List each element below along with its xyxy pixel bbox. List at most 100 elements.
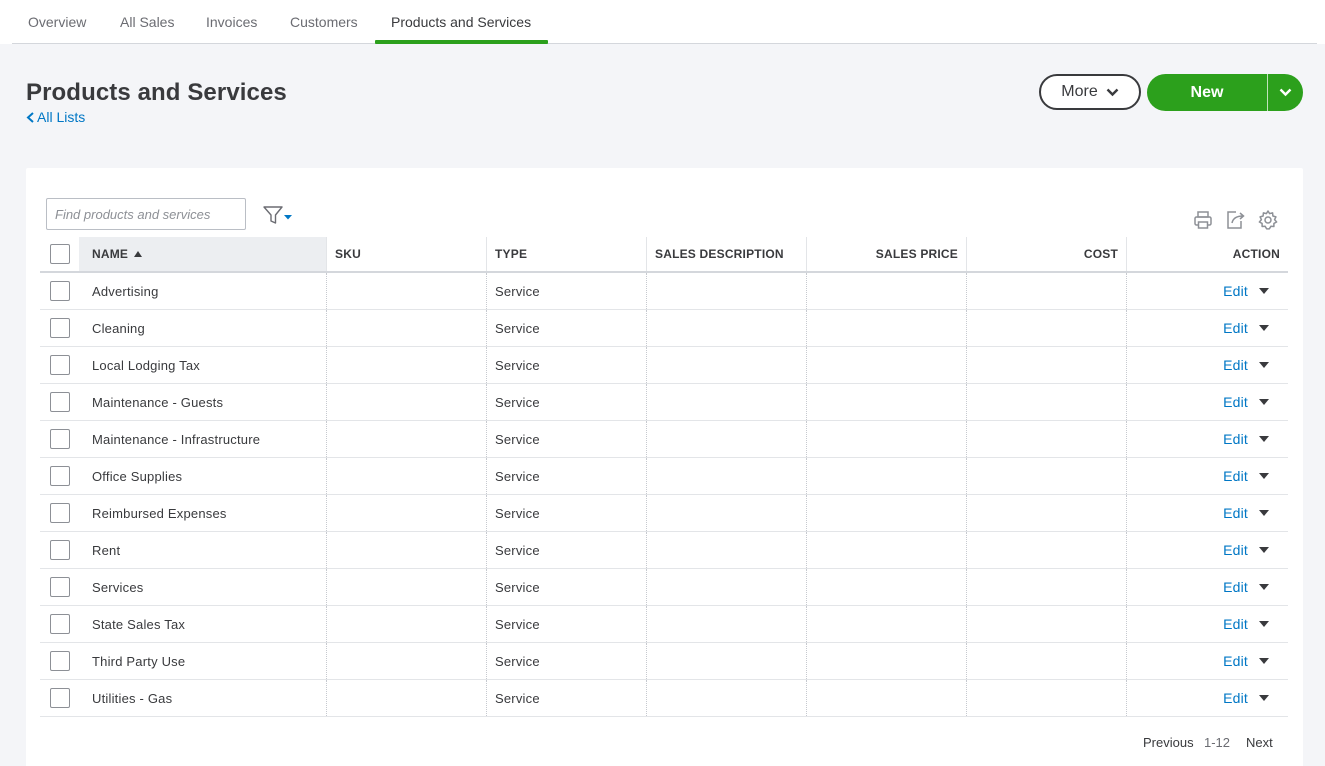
cell-sales-price [807, 421, 967, 457]
cell-type: Service [487, 569, 647, 605]
edit-link[interactable]: Edit [1223, 431, 1248, 447]
cell-sales-price [807, 680, 967, 716]
pagination-next[interactable]: Next [1246, 735, 1273, 750]
column-header-cost[interactable]: COST [967, 237, 1127, 271]
column-header-name[interactable]: NAME [79, 237, 327, 271]
cell-action: Edit [1127, 458, 1288, 494]
row-checkbox[interactable] [49, 503, 70, 523]
row-checkbox[interactable] [49, 688, 70, 708]
row-checkbox[interactable] [49, 355, 70, 375]
edit-link[interactable]: Edit [1223, 283, 1248, 299]
caret-down-icon[interactable] [1258, 324, 1270, 332]
caret-down-icon[interactable] [1258, 694, 1270, 702]
column-header-type[interactable]: TYPE [487, 237, 647, 271]
caret-down-icon[interactable] [1258, 583, 1270, 591]
edit-link[interactable]: Edit [1223, 394, 1248, 410]
back-to-all-lists-link[interactable]: All Lists [26, 109, 85, 125]
cell-sales-price [807, 532, 967, 568]
column-header-sales-description[interactable]: SALES DESCRIPTION [647, 237, 807, 271]
caret-down-icon[interactable] [1258, 361, 1270, 369]
settings-gear-icon[interactable] [1257, 209, 1279, 231]
row-checkbox[interactable] [49, 540, 70, 560]
cell-sku [327, 495, 487, 531]
tab-overview[interactable]: Overview [28, 14, 86, 30]
cell-name: Reimbursed Expenses [79, 495, 327, 531]
edit-link[interactable]: Edit [1223, 690, 1248, 706]
select-all-checkbox[interactable] [49, 244, 70, 264]
row-checkbox[interactable] [49, 577, 70, 597]
pagination-range: 1-12 [1204, 735, 1231, 750]
cell-sku [327, 384, 487, 420]
edit-link[interactable]: Edit [1223, 505, 1248, 521]
cell-action: Edit [1127, 606, 1288, 642]
tab-products-and-services[interactable]: Products and Services [391, 14, 531, 30]
row-checkbox[interactable] [49, 318, 70, 338]
column-header-sku[interactable]: SKU [327, 237, 487, 271]
cell-sales-description [647, 347, 807, 383]
cell-name: Cleaning [79, 310, 327, 346]
caret-down-icon[interactable] [1258, 620, 1270, 628]
pagination-previous[interactable]: Previous [1143, 735, 1194, 750]
row-select-cell [40, 347, 79, 383]
row-checkbox[interactable] [49, 614, 70, 634]
edit-link[interactable]: Edit [1223, 653, 1248, 669]
products-list-card: NAME SKU TYPE SALES DESCRIPTION SALES PR… [26, 168, 1303, 766]
tab-all-sales[interactable]: All Sales [120, 14, 174, 30]
table-row: Utilities - Gas Service Edit [40, 680, 1288, 717]
print-icon[interactable] [1192, 209, 1214, 231]
tab-invoices[interactable]: Invoices [206, 14, 257, 30]
row-checkbox[interactable] [49, 651, 70, 671]
cell-type: Service [487, 273, 647, 309]
row-select-cell [40, 273, 79, 309]
cell-cost [967, 532, 1127, 568]
cell-sku [327, 421, 487, 457]
cell-name: Utilities - Gas [79, 680, 327, 716]
tab-customers[interactable]: Customers [290, 14, 358, 30]
cell-action: Edit [1127, 347, 1288, 383]
column-label: NAME [92, 247, 129, 261]
edit-link[interactable]: Edit [1223, 542, 1248, 558]
cell-sales-description [647, 643, 807, 679]
row-checkbox[interactable] [49, 466, 70, 486]
table-row: Rent Service Edit [40, 532, 1288, 569]
edit-link[interactable]: Edit [1223, 579, 1248, 595]
caret-down-icon[interactable] [1258, 398, 1270, 406]
edit-link[interactable]: Edit [1223, 616, 1248, 632]
cell-type: Service [487, 310, 647, 346]
cell-type: Service [487, 495, 647, 531]
cell-type: Service [487, 532, 647, 568]
cell-cost [967, 310, 1127, 346]
caret-down-icon[interactable] [1258, 435, 1270, 443]
caret-down-icon[interactable] [1258, 657, 1270, 665]
edit-link[interactable]: Edit [1223, 320, 1248, 336]
cell-action: Edit [1127, 569, 1288, 605]
edit-link[interactable]: Edit [1223, 357, 1248, 373]
edit-link[interactable]: Edit [1223, 468, 1248, 484]
row-checkbox[interactable] [49, 281, 70, 301]
table-body: Advertising Service Edit Cleaning Servic… [40, 273, 1288, 717]
new-dropdown-button[interactable] [1268, 74, 1303, 111]
caret-down-icon[interactable] [1258, 546, 1270, 554]
row-checkbox[interactable] [49, 429, 70, 449]
table-row: Office Supplies Service Edit [40, 458, 1288, 495]
filter-icon[interactable] [262, 204, 296, 226]
caret-down-icon[interactable] [1258, 472, 1270, 480]
cell-sales-description [647, 310, 807, 346]
row-checkbox[interactable] [49, 392, 70, 412]
cell-sales-description [647, 495, 807, 531]
caret-down-icon[interactable] [1258, 287, 1270, 295]
cell-type: Service [487, 421, 647, 457]
cell-name: Maintenance - Guests [79, 384, 327, 420]
new-button[interactable]: New [1147, 74, 1267, 111]
more-button[interactable]: More [1039, 74, 1141, 110]
row-select-cell [40, 643, 79, 679]
cell-sales-description [647, 569, 807, 605]
cell-sales-price [807, 569, 967, 605]
sort-ascending-icon [134, 251, 143, 257]
export-icon[interactable] [1224, 209, 1246, 231]
search-input[interactable] [46, 198, 246, 230]
cell-cost [967, 606, 1127, 642]
caret-down-icon[interactable] [1258, 509, 1270, 517]
column-header-sales-price[interactable]: SALES PRICE [807, 237, 967, 271]
tab-bar-divider [12, 43, 1317, 44]
